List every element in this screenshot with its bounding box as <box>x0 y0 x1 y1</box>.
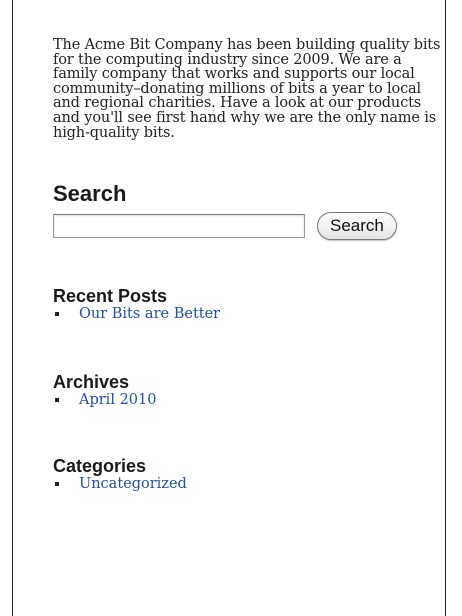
archives-list: April 2010 <box>53 392 448 408</box>
page-frame: The Acme Bit Company has been building q… <box>12 0 446 616</box>
search-widget-title: Search <box>53 181 127 207</box>
archive-link[interactable]: April 2010 <box>79 392 156 408</box>
bullet-icon <box>55 482 59 487</box>
recent-posts-title: Recent Posts <box>53 286 168 307</box>
recent-posts-list: Our Bits are Better <box>53 306 448 322</box>
recent-post-link[interactable]: Our Bits are Better <box>79 306 220 322</box>
list-item: Our Bits are Better <box>53 306 448 322</box>
archives-title: Archives <box>53 372 130 393</box>
search-input[interactable] <box>53 214 305 239</box>
bullet-icon <box>55 398 59 403</box>
categories-list: Uncategorized <box>53 476 448 492</box>
categories-title: Categories <box>53 456 147 477</box>
bullet-icon <box>55 312 59 317</box>
list-item: Uncategorized <box>53 476 448 492</box>
intro-text: The Acme Bit Company has been building q… <box>53 37 441 141</box>
categories-widget: Categories Uncategorized <box>53 456 448 492</box>
archives-widget: Archives April 2010 <box>53 372 448 408</box>
search-widget: Search Search <box>53 181 448 241</box>
category-link[interactable]: Uncategorized <box>79 476 187 492</box>
list-item: April 2010 <box>53 392 448 408</box>
recent-posts-widget: Recent Posts Our Bits are Better <box>53 286 448 322</box>
sidebar: The Acme Bit Company has been building q… <box>53 38 448 492</box>
search-form: Search <box>53 212 448 241</box>
search-button[interactable]: Search <box>317 212 397 241</box>
